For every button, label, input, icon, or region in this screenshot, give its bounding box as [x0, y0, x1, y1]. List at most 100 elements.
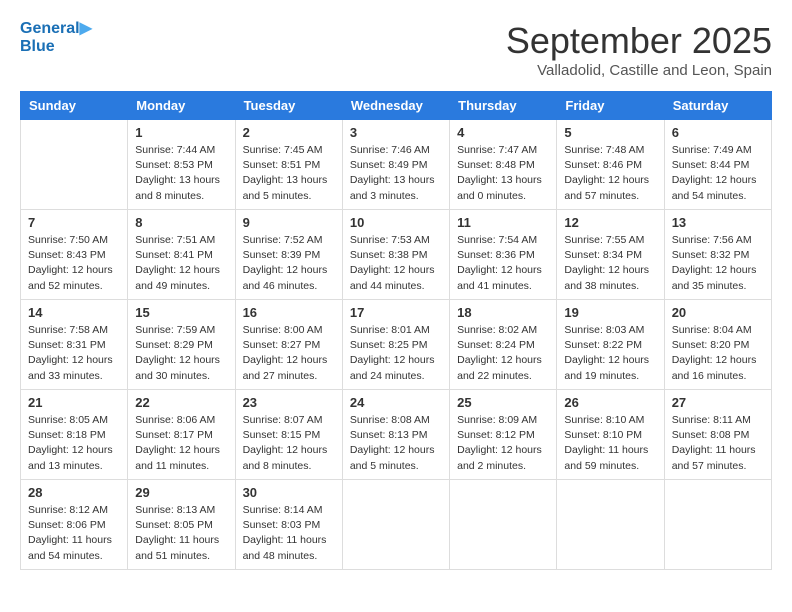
day-info: Sunrise: 7:58 AMSunset: 8:31 PMDaylight:…	[28, 323, 120, 384]
weekday-header-row: SundayMondayTuesdayWednesdayThursdayFrid…	[21, 92, 772, 120]
day-info: Sunrise: 8:05 AMSunset: 8:18 PMDaylight:…	[28, 413, 120, 474]
day-info: Sunrise: 8:06 AMSunset: 8:17 PMDaylight:…	[135, 413, 227, 474]
day-cell: 19 Sunrise: 8:03 AMSunset: 8:22 PMDayligh…	[557, 300, 664, 390]
calendar-table: SundayMondayTuesdayWednesdayThursdayFrid…	[20, 91, 772, 570]
day-number: 12	[564, 215, 656, 230]
day-cell: 18 Sunrise: 8:02 AMSunset: 8:24 PMDayligh…	[450, 300, 557, 390]
day-info: Sunrise: 8:01 AMSunset: 8:25 PMDaylight:…	[350, 323, 442, 384]
weekday-header-saturday: Saturday	[664, 92, 771, 120]
day-info: Sunrise: 8:10 AMSunset: 8:10 PMDaylight:…	[564, 413, 656, 474]
day-number: 10	[350, 215, 442, 230]
day-cell: 2Sunrise: 7:45 AMSunset: 8:51 PMDaylight…	[235, 120, 342, 210]
day-cell: 26 Sunrise: 8:10 AMSunset: 8:10 PMDayligh…	[557, 390, 664, 480]
day-info: Sunrise: 8:03 AMSunset: 8:22 PMDaylight:…	[564, 323, 656, 384]
day-number: 23	[243, 395, 335, 410]
day-info: Sunrise: 7:51 AMSunset: 8:41 PMDaylight:…	[135, 233, 227, 294]
weekday-header-tuesday: Tuesday	[235, 92, 342, 120]
weekday-header-thursday: Thursday	[450, 92, 557, 120]
week-row-1: 7Sunrise: 7:50 AMSunset: 8:43 PMDaylight…	[21, 210, 772, 300]
day-info: Sunrise: 7:54 AMSunset: 8:36 PMDaylight:…	[457, 233, 549, 294]
day-cell: 21 Sunrise: 8:05 AMSunset: 8:18 PMDayligh…	[21, 390, 128, 480]
day-cell: 5 Sunrise: 7:48 AMSunset: 8:46 PMDaylight…	[557, 120, 664, 210]
day-info: Sunrise: 8:12 AMSunset: 8:06 PMDaylight:…	[28, 503, 120, 564]
day-cell: 3 Sunrise: 7:46 AMSunset: 8:49 PMDaylight…	[342, 120, 449, 210]
day-number: 27	[672, 395, 764, 410]
weekday-header-sunday: Sunday	[21, 92, 128, 120]
weekday-header-wednesday: Wednesday	[342, 92, 449, 120]
day-number: 5	[564, 125, 656, 140]
day-number: 28	[28, 485, 120, 500]
day-info: Sunrise: 7:48 AMSunset: 8:46 PMDaylight:…	[564, 143, 656, 204]
day-cell: 25 Sunrise: 8:09 AMSunset: 8:12 PMDayligh…	[450, 390, 557, 480]
day-info: Sunrise: 7:46 AMSunset: 8:49 PMDaylight:…	[350, 143, 442, 204]
day-number: 21	[28, 395, 120, 410]
day-cell: 13 Sunrise: 7:56 AMSunset: 8:32 PMDayligh…	[664, 210, 771, 300]
day-cell	[450, 480, 557, 570]
day-number: 26	[564, 395, 656, 410]
day-cell: 17 Sunrise: 8:01 AMSunset: 8:25 PMDayligh…	[342, 300, 449, 390]
day-cell: 8 Sunrise: 7:51 AMSunset: 8:41 PMDaylight…	[128, 210, 235, 300]
day-cell: 6 Sunrise: 7:49 AMSunset: 8:44 PMDaylight…	[664, 120, 771, 210]
day-cell: 28 Sunrise: 8:12 AMSunset: 8:06 PMDayligh…	[21, 480, 128, 570]
day-number: 1	[135, 125, 227, 140]
day-cell: 10 Sunrise: 7:53 AMSunset: 8:38 PMDayligh…	[342, 210, 449, 300]
day-number: 22	[135, 395, 227, 410]
day-info: Sunrise: 7:49 AMSunset: 8:44 PMDaylight:…	[672, 143, 764, 204]
day-number: 8	[135, 215, 227, 230]
day-info: Sunrise: 7:59 AMSunset: 8:29 PMDaylight:…	[135, 323, 227, 384]
day-cell: 16Sunrise: 8:00 AMSunset: 8:27 PMDayligh…	[235, 300, 342, 390]
day-info: Sunrise: 8:11 AMSunset: 8:08 PMDaylight:…	[672, 413, 764, 474]
day-info: Sunrise: 8:04 AMSunset: 8:20 PMDaylight:…	[672, 323, 764, 384]
day-number: 15	[135, 305, 227, 320]
day-cell: 14 Sunrise: 7:58 AMSunset: 8:31 PMDayligh…	[21, 300, 128, 390]
day-number: 4	[457, 125, 549, 140]
day-cell: 22 Sunrise: 8:06 AMSunset: 8:17 PMDayligh…	[128, 390, 235, 480]
day-cell: 12Sunrise: 7:55 AMSunset: 8:34 PMDayligh…	[557, 210, 664, 300]
day-number: 19	[564, 305, 656, 320]
day-cell: 11 Sunrise: 7:54 AMSunset: 8:36 PMDayligh…	[450, 210, 557, 300]
day-number: 13	[672, 215, 764, 230]
week-row-3: 21 Sunrise: 8:05 AMSunset: 8:18 PMDayligh…	[21, 390, 772, 480]
day-number: 25	[457, 395, 549, 410]
month-title: September 2025	[506, 20, 772, 62]
day-info: Sunrise: 7:53 AMSunset: 8:38 PMDaylight:…	[350, 233, 442, 294]
day-number: 7	[28, 215, 120, 230]
week-row-0: 1Sunrise: 7:44 AMSunset: 8:53 PMDaylight…	[21, 120, 772, 210]
day-info: Sunrise: 8:14 AMSunset: 8:03 PMDaylight:…	[243, 503, 335, 564]
day-cell	[342, 480, 449, 570]
day-number: 24	[350, 395, 442, 410]
day-cell: 9 Sunrise: 7:52 AMSunset: 8:39 PMDaylight…	[235, 210, 342, 300]
day-number: 29	[135, 485, 227, 500]
day-cell: 29 Sunrise: 8:13 AMSunset: 8:05 PMDayligh…	[128, 480, 235, 570]
day-info: Sunrise: 8:09 AMSunset: 8:12 PMDaylight:…	[457, 413, 549, 474]
week-row-2: 14 Sunrise: 7:58 AMSunset: 8:31 PMDayligh…	[21, 300, 772, 390]
day-number: 9	[243, 215, 335, 230]
day-number: 14	[28, 305, 120, 320]
logo: General▶ Blue	[20, 20, 92, 57]
day-cell: 30 Sunrise: 8:14 AMSunset: 8:03 PMDayligh…	[235, 480, 342, 570]
day-number: 6	[672, 125, 764, 140]
day-info: Sunrise: 8:08 AMSunset: 8:13 PMDaylight:…	[350, 413, 442, 474]
day-cell: 23 Sunrise: 8:07 AMSunset: 8:15 PMDayligh…	[235, 390, 342, 480]
day-number: 3	[350, 125, 442, 140]
weekday-header-monday: Monday	[128, 92, 235, 120]
day-number: 18	[457, 305, 549, 320]
day-cell: 1Sunrise: 7:44 AMSunset: 8:53 PMDaylight…	[128, 120, 235, 210]
day-info: Sunrise: 7:52 AMSunset: 8:39 PMDaylight:…	[243, 233, 335, 294]
day-cell: 15 Sunrise: 7:59 AMSunset: 8:29 PMDayligh…	[128, 300, 235, 390]
day-number: 17	[350, 305, 442, 320]
day-cell: 24 Sunrise: 8:08 AMSunset: 8:13 PMDayligh…	[342, 390, 449, 480]
day-info: Sunrise: 8:02 AMSunset: 8:24 PMDaylight:…	[457, 323, 549, 384]
day-info: Sunrise: 7:56 AMSunset: 8:32 PMDaylight:…	[672, 233, 764, 294]
day-info: Sunrise: 8:13 AMSunset: 8:05 PMDaylight:…	[135, 503, 227, 564]
day-number: 11	[457, 215, 549, 230]
location: Valladolid, Castille and Leon, Spain	[506, 62, 772, 79]
day-cell: 20Sunrise: 8:04 AMSunset: 8:20 PMDayligh…	[664, 300, 771, 390]
day-cell: 27 Sunrise: 8:11 AMSunset: 8:08 PMDayligh…	[664, 390, 771, 480]
day-info: Sunrise: 8:07 AMSunset: 8:15 PMDaylight:…	[243, 413, 335, 474]
day-number: 30	[243, 485, 335, 500]
week-row-4: 28 Sunrise: 8:12 AMSunset: 8:06 PMDayligh…	[21, 480, 772, 570]
logo-text: General▶ Blue	[20, 20, 92, 57]
day-cell	[21, 120, 128, 210]
weekday-header-friday: Friday	[557, 92, 664, 120]
